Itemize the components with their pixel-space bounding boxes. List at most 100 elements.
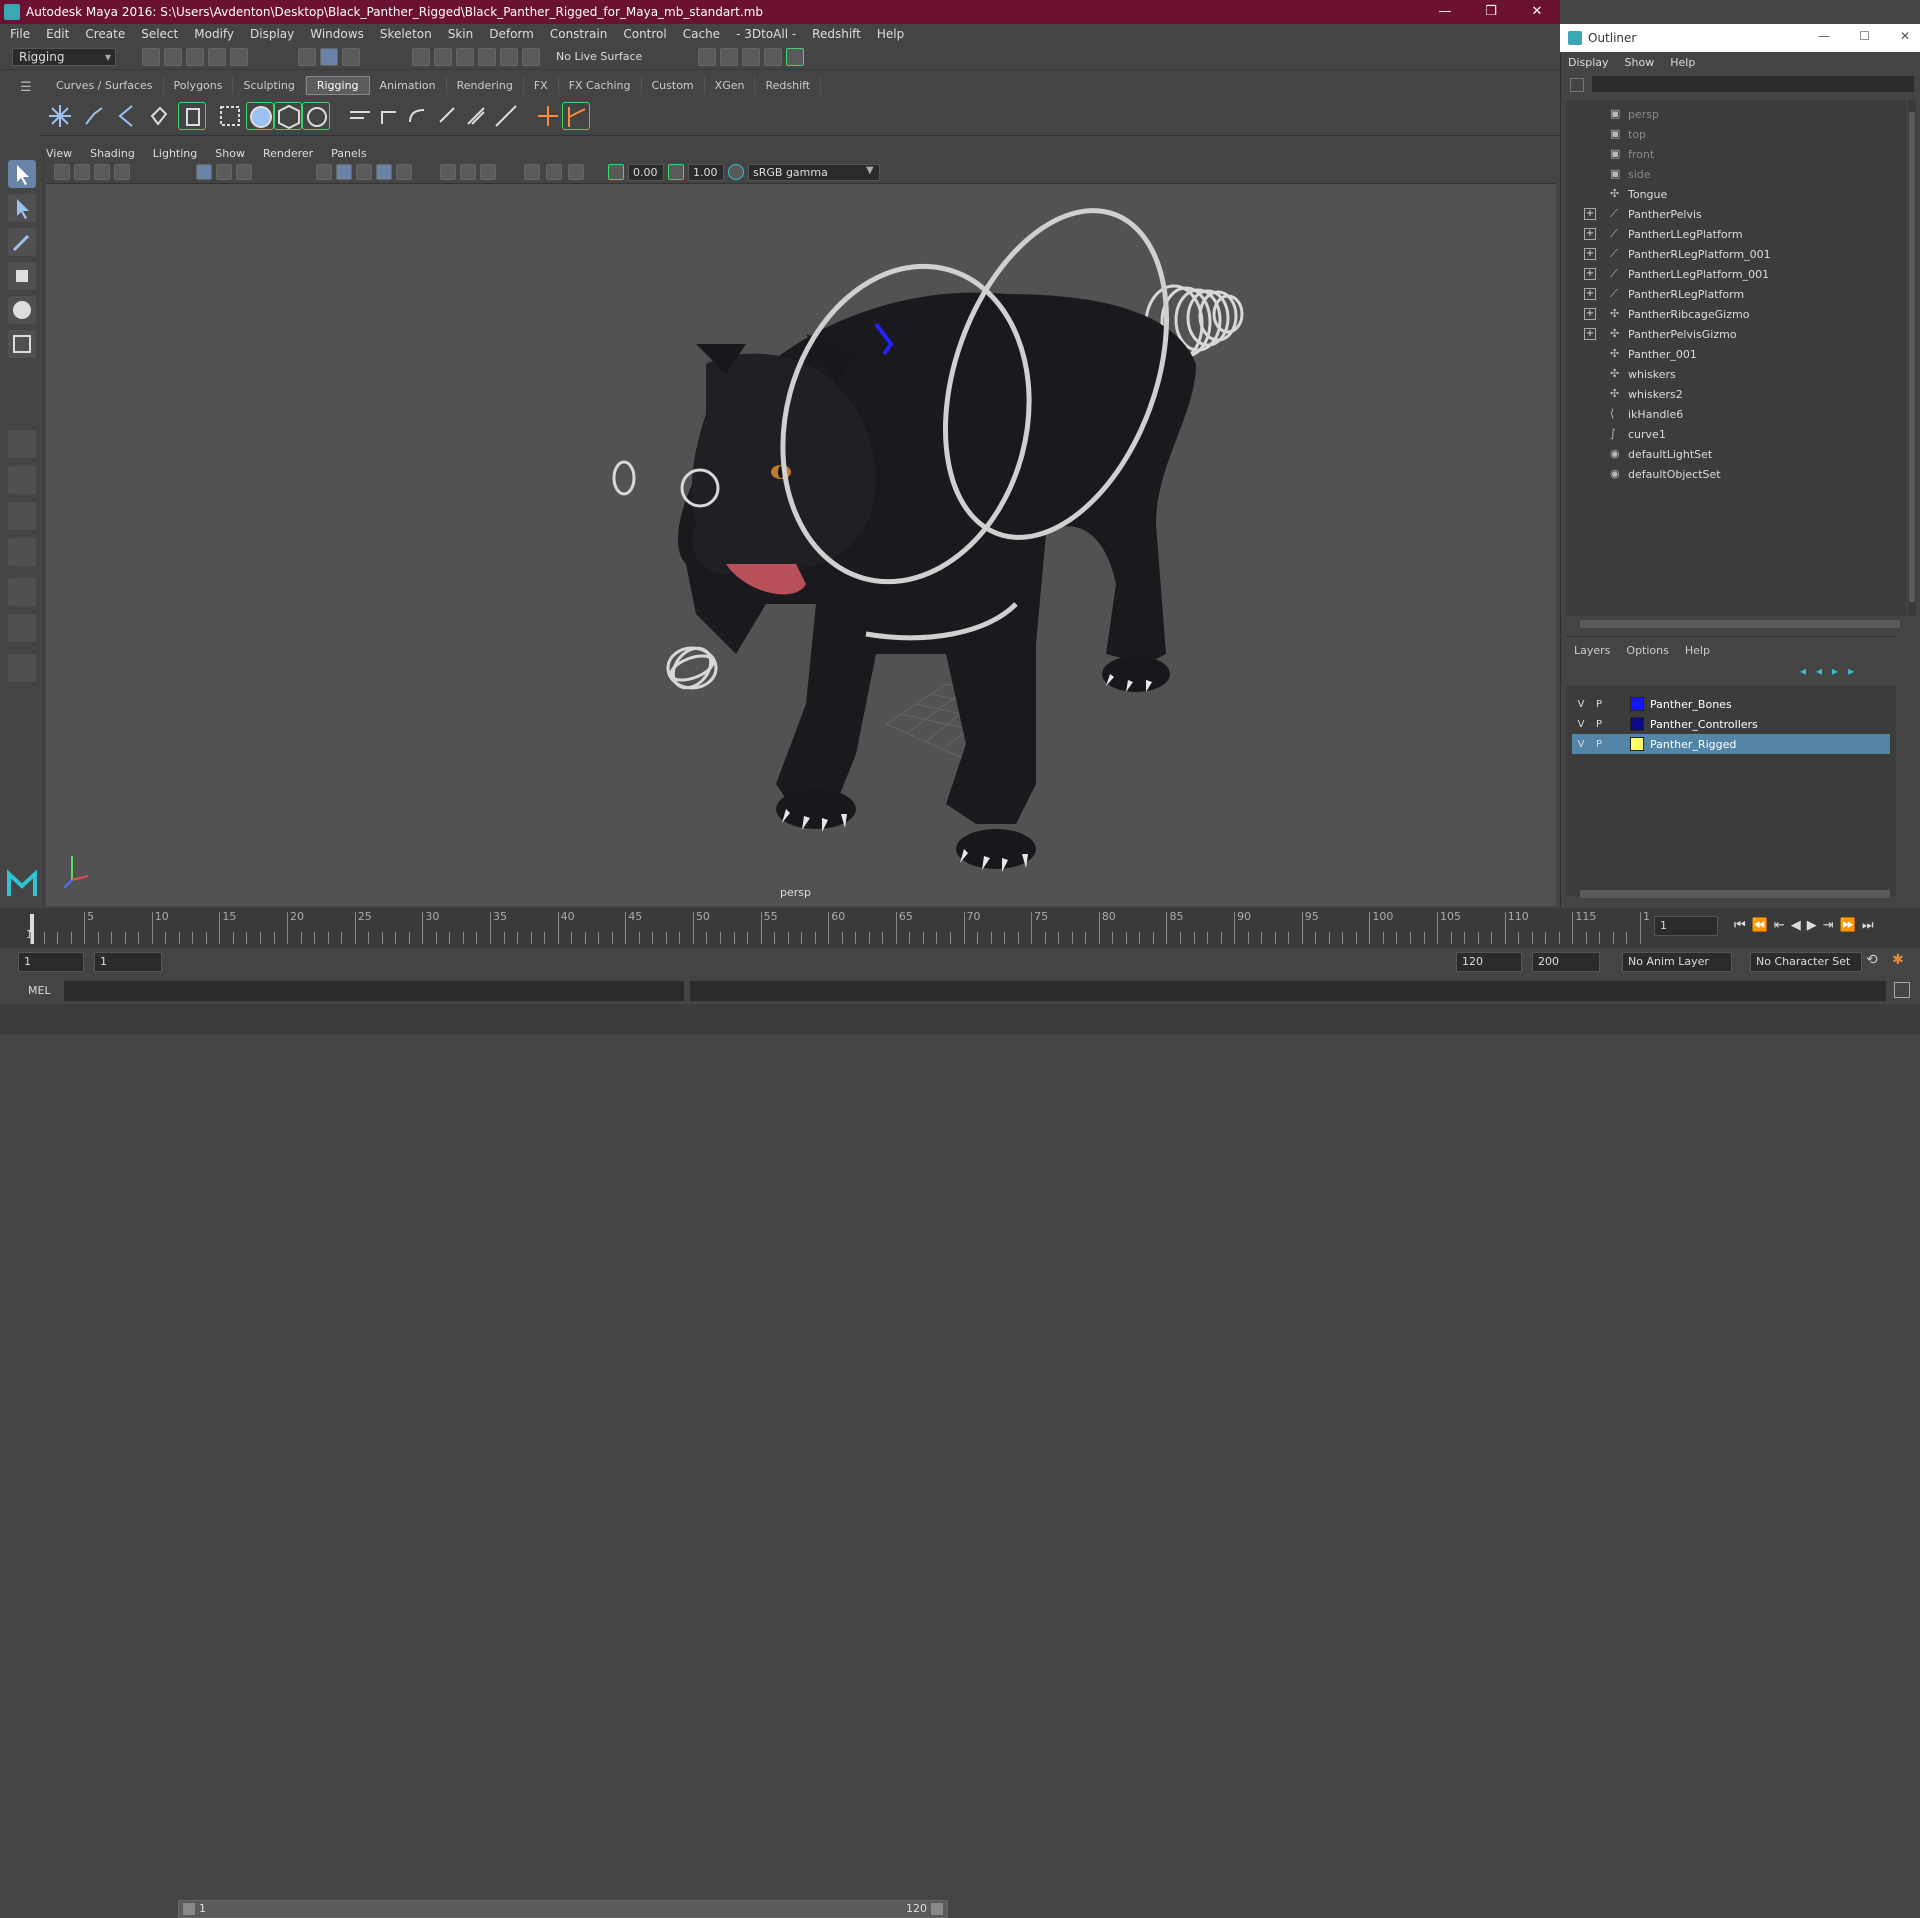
outliner-item[interactable]: + ✣ PantherPelvisGizmo: [1566, 324, 1906, 344]
expand-icon[interactable]: +: [1584, 328, 1596, 340]
outliner-vertical-scrollbar[interactable]: [1908, 100, 1916, 616]
layers-menu-options[interactable]: Options: [1626, 644, 1668, 657]
image-plane-icon[interactable]: [114, 164, 130, 180]
undo-icon[interactable]: [208, 48, 226, 66]
snap-grid-icon[interactable]: [412, 48, 430, 66]
auto-key-icon[interactable]: ⟲: [1866, 952, 1878, 968]
command-input[interactable]: [64, 981, 684, 1001]
outliner-menu-help[interactable]: Help: [1670, 56, 1695, 69]
layer-color-swatch[interactable]: [1630, 717, 1644, 731]
render-settings-icon[interactable]: [698, 48, 716, 66]
anim-layer-dropdown[interactable]: No Anim Layer: [1622, 952, 1732, 972]
shelf-tab-custom[interactable]: Custom: [642, 76, 705, 94]
viewport-menu-renderer[interactable]: Renderer: [263, 147, 313, 160]
outliner-filter-icon[interactable]: [1570, 78, 1584, 92]
layer-playback-toggle[interactable]: P: [1590, 699, 1608, 710]
move-tool-icon[interactable]: [8, 262, 36, 290]
menu-constrain[interactable]: Constrain: [550, 27, 608, 41]
gamma-field[interactable]: 1.00: [688, 164, 724, 181]
command-language-label[interactable]: MEL: [28, 984, 51, 997]
outliner-close-button[interactable]: ✕: [1900, 29, 1910, 43]
layer-row[interactable]: V P Panther_Bones: [1572, 694, 1890, 714]
joint-tool-icon[interactable]: [46, 102, 74, 130]
character-set-dropdown[interactable]: No Character Set: [1750, 952, 1862, 972]
layer-tools-icons[interactable]: ◂◂▸▸: [1800, 664, 1864, 678]
maximize-button[interactable]: ❐: [1468, 0, 1514, 24]
outliner-menu-show[interactable]: Show: [1625, 56, 1655, 69]
select-tool-icon[interactable]: [8, 160, 36, 188]
layers-menu-layers[interactable]: Layers: [1574, 644, 1610, 657]
shelf-tab-fx[interactable]: FX: [524, 76, 559, 94]
color-space-dropdown[interactable]: sRGB gamma: [748, 164, 880, 181]
grid-toggle-icon[interactable]: [196, 164, 212, 180]
persp-outliner-layout-icon[interactable]: [8, 502, 36, 530]
render-view-icon[interactable]: [764, 48, 782, 66]
snap-curve-icon[interactable]: [434, 48, 452, 66]
layout-options-icon[interactable]: [8, 654, 36, 682]
shelf-tab-sculpting[interactable]: Sculpting: [233, 76, 306, 94]
shelf-tab-curves-surfaces[interactable]: Curves / Surfaces: [46, 76, 164, 94]
persp-editor-layout-icon[interactable]: [8, 578, 36, 606]
current-frame-field[interactable]: 1: [1654, 916, 1718, 936]
shelf-tab-rigging[interactable]: Rigging: [305, 75, 370, 95]
outliner-item[interactable]: + ⟋ PantherLLegPlatform_001: [1566, 264, 1906, 284]
four-view-layout-icon[interactable]: [8, 466, 36, 494]
color-management-icon[interactable]: [728, 164, 744, 180]
shelf-tab-xgen[interactable]: XGen: [705, 76, 756, 94]
select-component-icon[interactable]: [342, 48, 360, 66]
menu-deform[interactable]: Deform: [489, 27, 534, 41]
camera-attributes-icon[interactable]: [54, 164, 70, 180]
xray-joints-icon[interactable]: [568, 164, 584, 180]
outliner-item[interactable]: + ⟋ PantherRLegPlatform: [1566, 284, 1906, 304]
insert-joint-icon[interactable]: [80, 102, 108, 130]
shelf-tab-animation[interactable]: Animation: [370, 76, 447, 94]
range-end-handle[interactable]: [931, 1903, 943, 1915]
outliner-item[interactable]: + ✣ PantherRibcageGizmo: [1566, 304, 1906, 324]
exposure-field[interactable]: 0.00: [628, 164, 664, 181]
wrap-deformer-icon[interactable]: [302, 102, 330, 130]
mirror-joint-icon[interactable]: [112, 102, 140, 130]
layer-color-swatch[interactable]: [1630, 697, 1644, 711]
motion-blur-icon[interactable]: [480, 164, 496, 180]
new-scene-icon[interactable]: [142, 48, 160, 66]
minimize-button[interactable]: —: [1422, 0, 1468, 24]
expand-icon[interactable]: +: [1584, 308, 1596, 320]
outliner-item[interactable]: ✣ Panther_001: [1566, 344, 1906, 364]
outliner-item[interactable]: ◉ defaultObjectSet: [1566, 464, 1906, 484]
single-perspective-layout-icon[interactable]: [8, 430, 36, 458]
render-frame-icon[interactable]: [720, 48, 738, 66]
textured-icon[interactable]: [376, 164, 392, 180]
gamma-icon[interactable]: [668, 164, 684, 180]
expand-icon[interactable]: +: [1584, 228, 1596, 240]
playback-buttons[interactable]: ⏮⏪⇤◀▶⇥⏩⏭: [1734, 918, 1880, 933]
scale-tool-icon[interactable]: [8, 330, 36, 358]
layer-visibility-toggle[interactable]: V: [1572, 719, 1590, 730]
outliner-item[interactable]: ▣ persp: [1566, 104, 1906, 124]
rotate-tool-icon[interactable]: [8, 296, 36, 324]
save-scene-icon[interactable]: [186, 48, 204, 66]
menu-cache[interactable]: Cache: [683, 27, 720, 41]
perspective-viewport[interactable]: persp: [46, 184, 1556, 906]
layer-visibility-toggle[interactable]: V: [1572, 739, 1590, 750]
layers-menu-help[interactable]: Help: [1685, 644, 1710, 657]
shelf-menu-icon[interactable]: ☰: [20, 80, 32, 95]
resolution-gate-icon[interactable]: [236, 164, 252, 180]
shadows-icon[interactable]: [440, 164, 456, 180]
shelf-tab-rendering[interactable]: Rendering: [447, 76, 524, 94]
orient-constraint-icon[interactable]: [404, 102, 432, 130]
shelf-tab-redshift[interactable]: Redshift: [755, 76, 822, 94]
outliner-item[interactable]: ▣ top: [1566, 124, 1906, 144]
expand-icon[interactable]: +: [1584, 208, 1596, 220]
expand-icon[interactable]: +: [1584, 268, 1596, 280]
menu-file[interactable]: File: [10, 27, 30, 41]
snap-surface-icon[interactable]: [500, 48, 518, 66]
viewport-menu-panels[interactable]: Panels: [331, 147, 366, 160]
menu-display[interactable]: Display: [250, 27, 294, 41]
menu-set-dropdown[interactable]: Rigging: [12, 48, 116, 66]
menu-help[interactable]: Help: [877, 27, 904, 41]
outliner-maximize-button[interactable]: ☐: [1859, 29, 1870, 43]
menu-create[interactable]: Create: [85, 27, 125, 41]
lights-icon[interactable]: [396, 164, 412, 180]
range-slider[interactable]: 1 120: [178, 1900, 948, 1918]
outliner-menu-display[interactable]: Display: [1568, 56, 1609, 69]
